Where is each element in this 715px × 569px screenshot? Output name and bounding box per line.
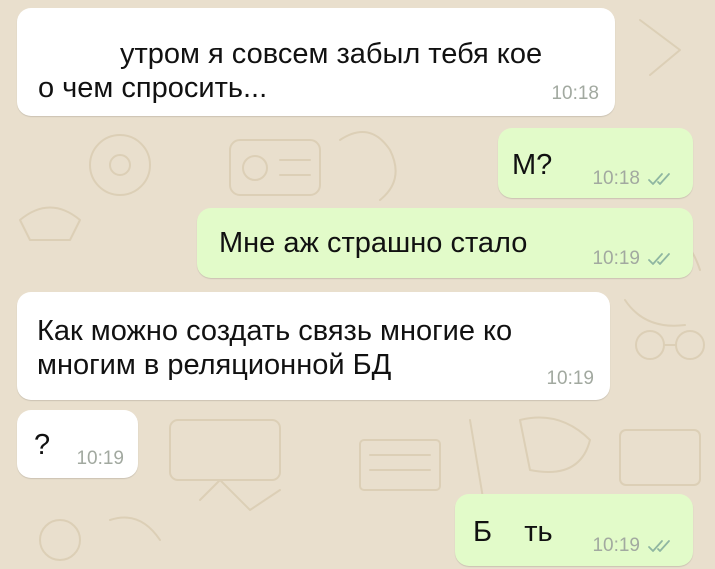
message-text: М? [512, 149, 553, 181]
read-double-check-icon [648, 540, 670, 552]
message-bubble-incoming[interactable]: утром я совсем забыл тебя кое о чем спро… [17, 8, 615, 116]
read-double-check-icon [648, 253, 670, 265]
message-timestamp: 10:18 [551, 83, 599, 104]
message-meta: 10:18 [551, 84, 599, 104]
message-text: Б ть [473, 516, 553, 548]
message-bubble-outgoing[interactable]: Б ть 10:19 [455, 494, 693, 566]
message-text: утром я совсем забыл тебя кое [120, 38, 543, 70]
message-text: о чем спросить... [38, 72, 268, 104]
message-meta: 10:19 [592, 249, 677, 269]
message-timestamp: 10:19 [592, 535, 640, 556]
message-timestamp: 10:19 [546, 368, 594, 389]
message-timestamp: 10:19 [592, 248, 640, 269]
message-meta: 10:19 [592, 536, 677, 556]
message-meta: 10:19 [76, 449, 124, 469]
message-timestamp: 10:19 [76, 448, 124, 469]
read-double-check-icon [648, 173, 670, 185]
message-bubble-incoming[interactable]: Как можно создать связь многие ко многим… [17, 292, 610, 400]
message-meta: 10:18 [592, 169, 677, 189]
message-text: Как можно создать связь многие ко [37, 315, 513, 347]
message-text: ? [34, 429, 51, 461]
message-timestamp: 10:18 [592, 168, 640, 189]
message-meta: 10:19 [546, 369, 594, 389]
message-bubble-outgoing[interactable]: М? 10:18 [498, 128, 693, 198]
message-text: многим в реляционной БД [37, 349, 392, 381]
message-text: Мне аж страшно стало [219, 227, 528, 259]
message-bubble-outgoing[interactable]: Мне аж страшно стало 10:19 [197, 208, 693, 278]
chat-conversation: утром я совсем забыл тебя кое о чем спро… [0, 0, 715, 569]
message-bubble-incoming[interactable]: ? 10:19 [17, 410, 138, 478]
